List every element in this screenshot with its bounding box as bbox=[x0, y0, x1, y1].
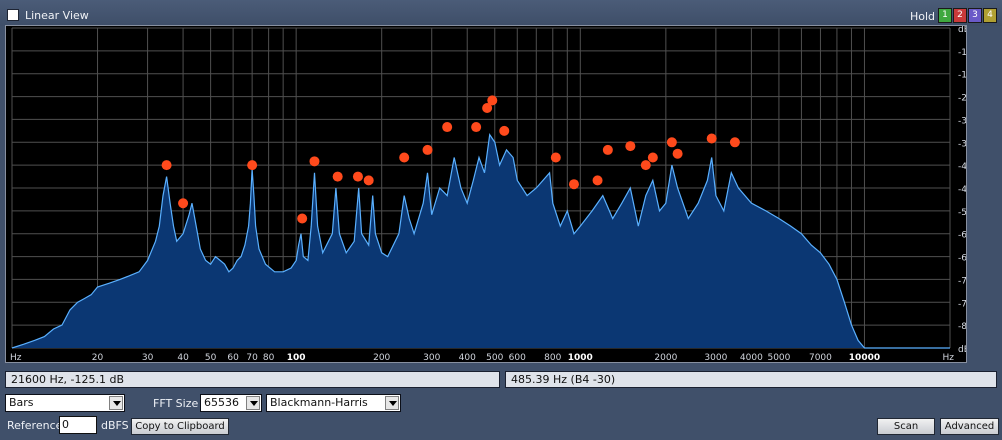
peak-marker bbox=[672, 148, 683, 159]
y-tick-label: -24 bbox=[958, 94, 966, 104]
y-tick-label: -48 bbox=[958, 185, 966, 195]
linear-view-checkbox[interactable] bbox=[7, 9, 19, 21]
peak-marker bbox=[592, 175, 603, 186]
x-tick-label: 20 bbox=[92, 353, 104, 362]
peak-marker bbox=[666, 137, 677, 148]
dbfs-label: dBFS bbox=[101, 419, 129, 432]
x-tick-label: 50 bbox=[205, 353, 217, 362]
fft-size-select[interactable]: 65536 bbox=[200, 394, 262, 412]
x-tick-label: Hz bbox=[943, 353, 955, 362]
advanced-button[interactable]: Advanced bbox=[940, 418, 999, 435]
fft-size-value: 65536 bbox=[204, 396, 239, 409]
x-tick-label: 1000 bbox=[568, 353, 593, 362]
peak-marker bbox=[729, 137, 740, 148]
hold-button-4[interactable]: 4 bbox=[983, 8, 997, 23]
peak-marker bbox=[550, 152, 561, 163]
view-mode-select[interactable]: Bars bbox=[5, 394, 125, 412]
y-tick-label: -54 bbox=[958, 208, 966, 218]
peak-marker bbox=[568, 179, 579, 190]
peak-marker bbox=[352, 171, 363, 182]
y-tick-label: -72 bbox=[958, 276, 966, 286]
y-tick-label: -36 bbox=[958, 139, 966, 149]
x-tick-label: 10000 bbox=[849, 353, 880, 362]
chevron-down-icon[interactable] bbox=[246, 396, 260, 410]
window-function-value: Blackmann-Harris bbox=[270, 396, 368, 409]
linear-view-label: Linear View bbox=[25, 9, 89, 22]
y-tick-label: -66 bbox=[958, 254, 966, 264]
x-tick-label: 100 bbox=[287, 353, 306, 362]
x-tick-label: 800 bbox=[544, 353, 561, 362]
x-tick-label: 70 bbox=[246, 353, 258, 362]
peak-marker bbox=[706, 133, 717, 144]
peak-marker bbox=[363, 175, 374, 186]
peak-marker bbox=[422, 144, 433, 155]
y-tick-label: -18 bbox=[958, 71, 966, 81]
peak-readout: 485.39 Hz (B4 -30) bbox=[505, 371, 997, 388]
x-tick-label: 500 bbox=[486, 353, 503, 362]
y-tick-label: -60 bbox=[958, 231, 966, 241]
top-toolbar bbox=[0, 0, 1002, 26]
window-function-select[interactable]: Blackmann-Harris bbox=[266, 394, 401, 412]
peak-marker bbox=[499, 125, 510, 136]
spectrum-area bbox=[12, 134, 950, 348]
x-tick-label: 200 bbox=[373, 353, 390, 362]
hold-button-1[interactable]: 1 bbox=[938, 8, 952, 23]
x-tick-label: 60 bbox=[227, 353, 239, 362]
scan-button[interactable]: Scan bbox=[877, 418, 935, 435]
y-tick-label: dB bbox=[958, 345, 966, 355]
spectrum-chart[interactable]: dB -12 -18 -24 -30 -36 -42 -48 -54 -60 -66 -72 -78 -8… bbox=[6, 26, 966, 362]
peak-marker bbox=[332, 171, 343, 182]
cursor-readout: 21600 Hz, -125.1 dB bbox=[5, 371, 500, 388]
x-tick-label: 3000 bbox=[704, 353, 727, 362]
chevron-down-icon[interactable] bbox=[385, 396, 399, 410]
x-tick-label: 300 bbox=[423, 353, 440, 362]
peak-marker bbox=[487, 95, 498, 106]
reference-input[interactable]: 0 bbox=[59, 416, 97, 434]
x-tick-label: 7000 bbox=[809, 353, 832, 362]
y-tick-label: -12 bbox=[958, 48, 966, 58]
y-tick-label: -78 bbox=[958, 299, 966, 309]
copy-to-clipboard-button[interactable]: Copy to Clipboard bbox=[131, 418, 229, 435]
spectrum-plot-frame[interactable]: dB -12 -18 -24 -30 -36 -42 -48 -54 -60 -66 -72 -78 -8… bbox=[5, 25, 967, 363]
x-tick-label: 400 bbox=[459, 353, 476, 362]
hold-button-2[interactable]: 2 bbox=[953, 8, 967, 23]
x-tick-label: 600 bbox=[509, 353, 526, 362]
y-tick-label: -30 bbox=[958, 116, 966, 126]
x-tick-label: 4000 bbox=[740, 353, 763, 362]
hold-button-3[interactable]: 3 bbox=[968, 8, 982, 23]
peak-marker bbox=[178, 198, 189, 209]
x-tick-label: 5000 bbox=[767, 353, 790, 362]
chevron-down-icon[interactable] bbox=[109, 396, 123, 410]
x-tick-label: Hz bbox=[10, 353, 22, 362]
x-tick-label: 2000 bbox=[654, 353, 677, 362]
view-mode-value: Bars bbox=[9, 396, 34, 409]
peak-marker bbox=[247, 160, 258, 171]
peak-marker bbox=[602, 144, 613, 155]
peak-marker bbox=[625, 141, 636, 152]
peak-marker bbox=[297, 213, 308, 224]
reference-label: Reference bbox=[7, 419, 63, 432]
y-tick-label: -42 bbox=[958, 162, 966, 172]
peak-marker bbox=[442, 122, 453, 133]
x-tick-label: 80 bbox=[263, 353, 275, 362]
fft-size-label: FFT Size bbox=[153, 397, 199, 410]
peak-marker bbox=[647, 152, 658, 163]
y-tick-label: dB bbox=[958, 26, 966, 35]
peak-marker bbox=[471, 122, 482, 133]
peak-marker bbox=[309, 156, 320, 167]
hold-label: Hold bbox=[910, 10, 936, 23]
x-tick-label: 40 bbox=[177, 353, 189, 362]
peak-marker bbox=[161, 160, 172, 171]
y-tick-label: -84 bbox=[958, 322, 966, 332]
x-tick-label: 30 bbox=[142, 353, 154, 362]
peak-marker bbox=[640, 160, 651, 171]
peak-marker bbox=[399, 152, 410, 163]
